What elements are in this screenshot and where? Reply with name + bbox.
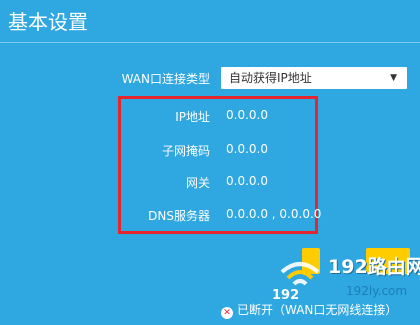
gateway-value: 0.0.0.0 bbox=[226, 174, 268, 188]
wan-type-selected-value: 自动获得IP地址 bbox=[229, 71, 312, 85]
wan-type-label: WAN口连接类型 bbox=[121, 72, 210, 86]
page-title: 基本设置 bbox=[8, 10, 88, 34]
watermark-domain: 192ly.com bbox=[346, 284, 408, 298]
wifi-watermark-icon bbox=[280, 262, 320, 286]
subnet-mask-label: 子网掩码 bbox=[161, 144, 210, 158]
dropdown-arrow-icon[interactable]: ▼ bbox=[390, 67, 397, 89]
ip-address-value: 0.0.0.0 bbox=[226, 108, 268, 122]
gateway-label: 网关 bbox=[185, 176, 210, 190]
title-divider bbox=[0, 42, 420, 43]
dns-server-value: 0.0.0.0 , 0.0.0.0 bbox=[226, 207, 322, 221]
wan-type-select[interactable]: 自动获得IP地址 ▼ bbox=[221, 67, 407, 89]
disconnected-icon: ✕ bbox=[221, 307, 233, 319]
dns-server-label: DNS服务器 bbox=[148, 209, 210, 223]
subnet-mask-value: 0.0.0.0 bbox=[226, 142, 268, 156]
connection-status-text: 已断开（WAN口无网线连接） bbox=[237, 303, 398, 317]
watermark-brand: 192路由网 bbox=[328, 256, 420, 278]
connection-status: ✕ 已断开（WAN口无网线连接） bbox=[221, 301, 397, 319]
ip-address-label: IP地址 bbox=[175, 110, 210, 124]
